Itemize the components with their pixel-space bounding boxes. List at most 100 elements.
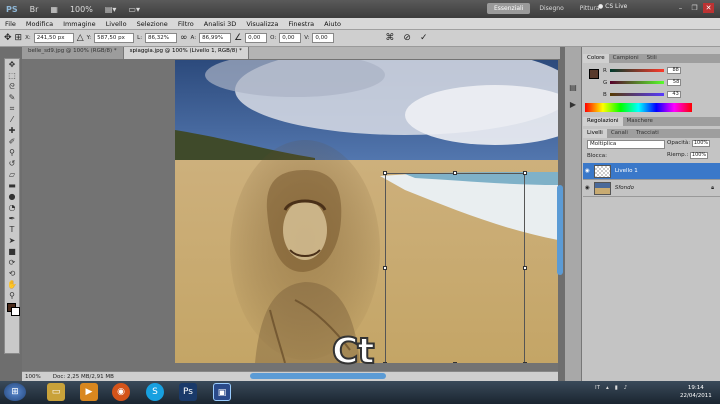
3d-camera-tool-icon[interactable]: ⟲ [5, 268, 19, 279]
stamp-tool-icon[interactable]: ⚲ [5, 147, 19, 158]
arrange-icon[interactable]: ▤▾ [105, 5, 117, 14]
healing-tool-icon[interactable]: ✚ [5, 125, 19, 136]
width-field[interactable]: 86,32% [145, 33, 178, 43]
tab-colore[interactable]: Colore [583, 54, 609, 63]
handle-right[interactable] [523, 266, 527, 270]
marquee-tool-icon[interactable]: ⬚ [5, 70, 19, 81]
gradient-tool-icon[interactable]: ▬ [5, 180, 19, 191]
angle-field[interactable]: 0,00 [245, 33, 268, 43]
handle-bottom[interactable] [453, 362, 457, 363]
blend-mode-select[interactable]: Moltiplica [587, 140, 665, 149]
dodge-tool-icon[interactable]: ◔ [5, 202, 19, 213]
color-swatch[interactable] [589, 69, 599, 79]
horizontal-scrollbar[interactable] [250, 373, 386, 379]
media-player-taskbar-icon[interactable]: ▶ [80, 383, 98, 401]
reference-point-icon[interactable]: ⊞ [15, 33, 23, 43]
shape-tool-icon[interactable]: ■ [5, 246, 19, 257]
warp-icon[interactable]: ⌘ [385, 33, 394, 43]
menu-aiuto[interactable]: Aiuto [319, 20, 346, 28]
history-panel-icon[interactable]: ▤ [565, 83, 581, 92]
layer-row-livello-1[interactable]: ◉ Livello 1 [583, 163, 720, 180]
menu-modifica[interactable]: Modifica [21, 20, 58, 28]
beach-photo-canvas[interactable] [175, 60, 558, 363]
green-slider[interactable] [610, 81, 665, 84]
transform-bounding-box[interactable] [383, 171, 527, 363]
menu-selezione[interactable]: Selezione [132, 20, 173, 28]
zoom-tool-icon[interactable]: ⚲ [5, 290, 19, 301]
tab-livelli[interactable]: Livelli [583, 129, 607, 138]
minimize-icon[interactable]: – [675, 3, 686, 13]
tab-canali[interactable]: Canali [607, 129, 632, 138]
history-brush-tool-icon[interactable]: ↺ [5, 158, 19, 169]
menu-filtro[interactable]: Filtro [173, 20, 199, 28]
opacity-value[interactable]: 100% [692, 140, 711, 147]
green-value[interactable]: 58 [667, 79, 682, 86]
handle-left[interactable] [383, 266, 387, 270]
commit-transform-icon[interactable]: ✓ [420, 33, 428, 43]
background-color-swatch[interactable] [11, 307, 20, 316]
pen-tool-icon[interactable]: ✒ [5, 213, 19, 224]
tab-tracciati[interactable]: Tracciati [632, 129, 663, 138]
fill-value[interactable]: 100% [690, 152, 709, 159]
link-icon[interactable]: ∞ [180, 33, 188, 43]
handle-top[interactable] [453, 171, 457, 175]
volume-icon[interactable]: ♪ [624, 385, 628, 391]
app-taskbar-icon[interactable]: ▣ [213, 383, 231, 401]
workspace-essenziali[interactable]: Essenziali [487, 3, 531, 14]
vertical-scrollbar[interactable] [557, 185, 563, 275]
path-select-tool-icon[interactable]: ➤ [5, 235, 19, 246]
tab-regolazioni[interactable]: Regolazioni [583, 117, 623, 126]
language-indicator[interactable]: IT [595, 385, 600, 391]
minibridge-icon[interactable]: ▦ [50, 5, 58, 14]
eye-icon[interactable]: ◉ [585, 185, 590, 191]
transform-tool-icon[interactable]: ✥ [4, 33, 12, 43]
close-icon[interactable]: ✕ [703, 3, 714, 13]
height-field[interactable]: 86,99% [199, 33, 232, 43]
doc-tab-belle[interactable]: belle_sd9.jpg @ 100% (RGB/8) * [22, 47, 124, 59]
workspace-disegno[interactable]: Disegno [532, 3, 570, 14]
firefox-taskbar-icon[interactable]: ◉ [112, 383, 130, 401]
restore-icon[interactable]: ❐ [689, 3, 700, 13]
quick-select-tool-icon[interactable]: ✎ [5, 92, 19, 103]
explorer-taskbar-icon[interactable]: ▭ [47, 383, 65, 401]
show-hidden-icon[interactable]: ▴ [606, 385, 609, 391]
canvas-area[interactable] [22, 59, 558, 371]
red-slider[interactable] [609, 69, 664, 72]
handle-top-right[interactable] [523, 171, 527, 175]
menu-immagine[interactable]: Immagine [58, 20, 101, 28]
tab-maschere[interactable]: Maschere [623, 117, 657, 126]
type-tool-icon[interactable]: T [5, 224, 19, 235]
handle-bottom-right[interactable] [523, 362, 527, 363]
cancel-transform-icon[interactable]: ⊘ [403, 33, 411, 43]
eye-icon[interactable]: ◉ [585, 168, 590, 174]
hand-tool-icon[interactable]: ✋ [5, 279, 19, 290]
skype-taskbar-icon[interactable]: S [146, 383, 164, 401]
network-icon[interactable]: ▮ [615, 385, 618, 391]
h-skew-field[interactable]: 0,00 [279, 33, 302, 43]
tab-stili[interactable]: Stili [643, 54, 661, 63]
eraser-tool-icon[interactable]: ▱ [5, 169, 19, 180]
menu-visualizza[interactable]: Visualizza [241, 20, 283, 28]
actions-panel-icon[interactable]: ▶ [565, 100, 581, 109]
clock[interactable]: 19:14 22/04/2011 [680, 384, 712, 400]
menu-file[interactable]: File [0, 20, 21, 28]
photoshop-taskbar-icon[interactable]: Ps [179, 383, 197, 401]
lasso-tool-icon[interactable]: ᘓ [5, 81, 19, 92]
status-zoom[interactable]: 100% [25, 374, 41, 380]
zoom-level-icon[interactable]: 100% [70, 5, 93, 14]
doc-tab-spiaggia[interactable]: spiaggia.jpg @ 100% (Livello 1, RGB/8) * [123, 47, 249, 59]
blue-value[interactable]: 43 [666, 91, 681, 98]
relative-position-icon[interactable]: △ [77, 33, 84, 43]
handle-top-left[interactable] [383, 171, 387, 175]
color-spectrum[interactable] [585, 103, 692, 112]
3d-rotate-tool-icon[interactable]: ⟳ [5, 257, 19, 268]
v-skew-field[interactable]: 0,00 [312, 33, 335, 43]
crop-tool-icon[interactable]: ⌗ [5, 103, 19, 114]
cs-live-button[interactable]: ● CS Live [598, 3, 627, 10]
layer-row-sfondo[interactable]: ◉ Sfondo 🔒︎ [583, 180, 720, 197]
menu-analisi[interactable]: Analisi 3D [199, 20, 242, 28]
brush-tool-icon[interactable]: ✐ [5, 136, 19, 147]
eyedropper-tool-icon[interactable]: ⁄ [5, 114, 19, 125]
blue-slider[interactable] [609, 93, 664, 96]
start-button[interactable]: ⊞ [4, 383, 26, 401]
